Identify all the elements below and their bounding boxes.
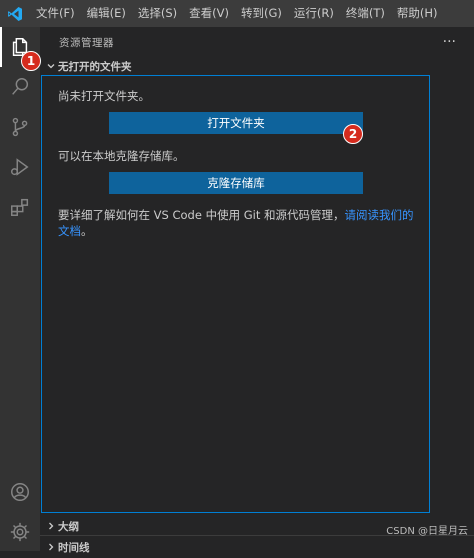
section-no-folder-label: 无打开的文件夹 [58,59,132,74]
search-button[interactable] [0,67,40,107]
more-actions-button[interactable]: ··· [443,34,456,50]
menu-run[interactable]: 运行(R) [288,0,340,27]
chevron-down-icon [44,61,58,71]
menu-terminal[interactable]: 终端(T) [340,0,391,27]
menu-bar: 文件(F) 编辑(E) 选择(S) 查看(V) 转到(G) 运行(R) 终端(T… [0,0,474,27]
chevron-right-icon [44,521,58,531]
git-docs-suffix: 。 [81,224,93,238]
sidebar-header: 资源管理器 ··· [40,27,474,57]
no-folder-message: 尚未打开文件夹。 [58,88,150,104]
section-outline-label: 大纲 [58,519,79,534]
account-icon [9,481,31,503]
explorer-sidebar: 资源管理器 ··· 无打开的文件夹 尚未打开文件夹。 打开文件夹 可以在本地克隆… [40,27,474,551]
section-timeline-header[interactable]: 时间线 [40,535,474,558]
menu-file[interactable]: 文件(F) [30,0,81,27]
menu-go[interactable]: 转到(G) [235,0,288,27]
git-docs-message: 要详细了解如何在 VS Code 中使用 Git 和源代码管理，请阅读我们的文档… [58,207,418,239]
annotation-badge-1: 1 [21,51,41,71]
run-debug-button[interactable] [0,147,40,187]
welcome-view: 尚未打开文件夹。 打开文件夹 可以在本地克隆存储库。 克隆存储库 要详细了解如何… [41,75,430,513]
active-indicator [0,27,2,67]
menu-help[interactable]: 帮助(H) [391,0,444,27]
run-debug-icon [9,156,31,178]
sidebar-title: 资源管理器 [59,35,114,50]
vscode-logo-icon [0,0,30,27]
section-no-folder-header[interactable]: 无打开的文件夹 [40,55,474,77]
clone-message: 可以在本地克隆存储库。 [58,148,185,164]
activity-bar [0,27,40,551]
section-timeline-label: 时间线 [58,540,90,555]
source-control-icon [9,116,31,138]
source-control-button[interactable] [0,107,40,147]
menu-edit[interactable]: 编辑(E) [81,0,132,27]
annotation-badge-2: 2 [343,124,363,144]
search-icon [9,76,31,98]
git-docs-text: 要详细了解如何在 VS Code 中使用 Git 和源代码管理， [58,208,345,222]
menu-view[interactable]: 查看(V) [183,0,235,27]
extensions-button[interactable] [0,187,40,227]
clone-repository-button[interactable]: 克隆存储库 [109,172,363,194]
open-folder-button[interactable]: 打开文件夹 [109,112,363,134]
account-button[interactable] [0,472,40,512]
manage-button[interactable] [0,512,40,552]
extensions-icon [9,196,31,218]
watermark: CSDN @日星月云 [386,522,468,537]
menu-selection[interactable]: 选择(S) [132,0,183,27]
manage-gear-icon [9,521,31,543]
